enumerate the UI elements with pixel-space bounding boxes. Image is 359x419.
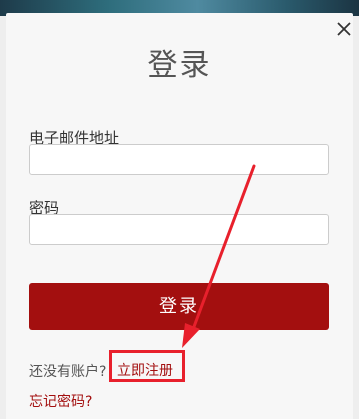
dialog-title: 登录 bbox=[147, 48, 212, 83]
close-button[interactable] bbox=[335, 20, 353, 38]
screen: 登录 电子邮件地址 密码 登录 还没有账户? 立即注册 忘记密码? bbox=[0, 0, 359, 419]
login-button[interactable]: 登录 bbox=[29, 283, 329, 330]
password-field[interactable] bbox=[29, 214, 329, 245]
no-account-text: 还没有账户? bbox=[29, 364, 107, 380]
close-icon bbox=[337, 22, 351, 36]
forgot-password-link[interactable]: 忘记密码? bbox=[29, 391, 92, 411]
register-link[interactable]: 立即注册 bbox=[117, 360, 173, 380]
email-field[interactable] bbox=[29, 144, 329, 175]
